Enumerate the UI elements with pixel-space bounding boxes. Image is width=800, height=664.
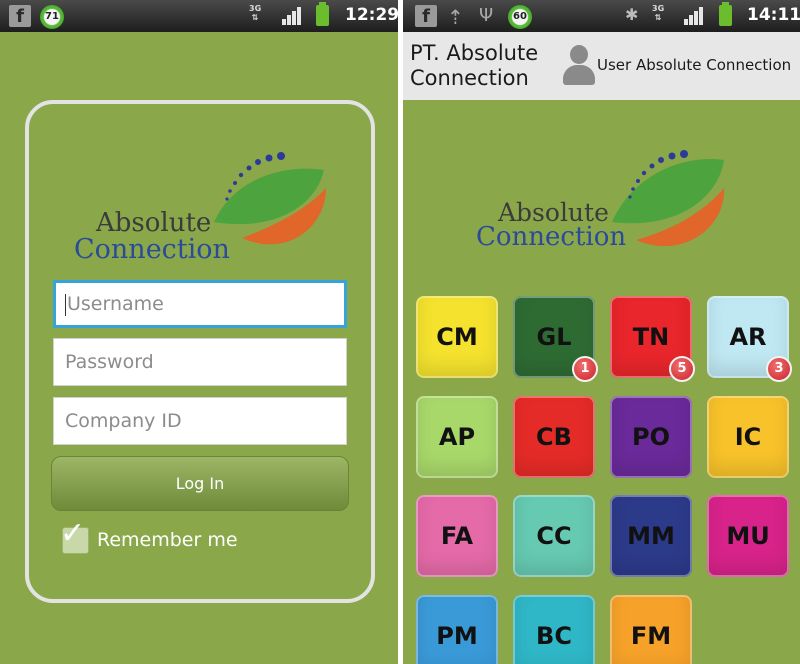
login-screen: f 71 3G ⇅ 12:29 Absolute Connection Usern…	[0, 0, 398, 664]
module-tile-bc[interactable]: BC	[513, 595, 595, 664]
user-name-label[interactable]: User Absolute Connection	[597, 56, 791, 74]
module-badge-ar: 3	[766, 356, 792, 382]
network-type-icon: 3G ⇅	[652, 4, 665, 22]
company-name-line2: Connection	[410, 66, 529, 90]
clock: 14:11	[747, 5, 800, 25]
module-tile-cb[interactable]: CB	[513, 396, 595, 478]
module-tile-mm[interactable]: MM	[610, 495, 692, 577]
facebook-icon: f	[415, 5, 437, 27]
bluetooth-icon: ✱	[625, 5, 639, 24]
facebook-icon: f	[9, 5, 31, 27]
company-name: PT. Absolute Connection	[410, 41, 538, 91]
username-placeholder: Username	[67, 293, 164, 315]
module-tile-label: AR	[729, 323, 767, 351]
password-placeholder: Password	[65, 351, 154, 373]
logo-text-connection: Connection	[476, 222, 627, 252]
company-name-line1: PT. Absolute	[410, 41, 539, 65]
password-field[interactable]: Password	[53, 338, 347, 386]
text-caret	[65, 293, 66, 316]
module-tile-label: GL	[536, 323, 572, 351]
module-tile-po[interactable]: PO	[610, 396, 692, 478]
app-bar: PT. Absolute Connection User Absolute Co…	[403, 32, 800, 100]
module-tile-label: CM	[436, 323, 478, 351]
usb-icon: Ψ	[479, 5, 494, 26]
module-tile-label: CC	[536, 522, 572, 550]
network-type-icon: 3G ⇅	[249, 4, 262, 22]
clock: 12:29	[345, 5, 398, 25]
signal-icon	[684, 7, 704, 25]
notification-count-icon: 71	[40, 5, 64, 29]
signal-icon	[282, 7, 302, 25]
user-avatar-icon[interactable]	[563, 45, 595, 85]
battery-charging-icon	[719, 2, 732, 26]
module-tile-fa[interactable]: FA	[416, 495, 498, 577]
status-bar: f 71 3G ⇅ 12:29	[0, 0, 398, 32]
module-tile-label: IC	[734, 423, 762, 451]
checkmark-icon: ✓	[60, 516, 86, 551]
module-tile-ap[interactable]: AP	[416, 396, 498, 478]
module-tile-pm[interactable]: PM	[416, 595, 498, 664]
module-tile-label: BC	[536, 622, 572, 650]
module-tile-label: FM	[630, 622, 672, 650]
module-tile-mu[interactable]: MU	[707, 495, 789, 577]
notification-count-icon: 60	[508, 5, 532, 29]
company-id-field[interactable]: Company ID	[53, 397, 347, 445]
module-tile-label: FA	[440, 522, 474, 550]
module-tile-label: PO	[632, 423, 670, 451]
module-tile-label: TN	[632, 323, 670, 351]
dashboard-screen: f ⇡ Ψ 60 ✱ 3G ⇅ 14:11 PT. Absolute Connec…	[403, 0, 800, 664]
module-tile-label: MU	[726, 522, 770, 550]
module-tile-fm[interactable]: FM	[610, 595, 692, 664]
battery-icon	[316, 2, 329, 26]
status-bar: f ⇡ Ψ 60 ✱ 3G ⇅ 14:11	[403, 0, 800, 32]
logo-text-connection: Connection	[74, 234, 230, 265]
remember-me-label[interactable]: Remember me	[97, 529, 238, 551]
company-id-placeholder: Company ID	[65, 410, 182, 432]
module-badge-tn: 5	[669, 356, 695, 382]
module-tile-label: PM	[436, 622, 478, 650]
module-tile-cm[interactable]: CM	[416, 296, 498, 378]
module-tile-label: MM	[627, 522, 675, 550]
login-button[interactable]: Log In	[51, 456, 349, 511]
module-badge-gl: 1	[572, 356, 598, 382]
module-tile-label: AP	[438, 423, 476, 451]
upload-icon: ⇡	[447, 5, 464, 29]
module-tile-cc[interactable]: CC	[513, 495, 595, 577]
module-tile-ic[interactable]: IC	[707, 396, 789, 478]
company-logo: Absolute Connection	[74, 148, 334, 268]
username-field[interactable]: Username	[53, 280, 347, 328]
company-logo: Absolute Connection	[476, 148, 736, 258]
module-tile-label: CB	[536, 423, 572, 451]
